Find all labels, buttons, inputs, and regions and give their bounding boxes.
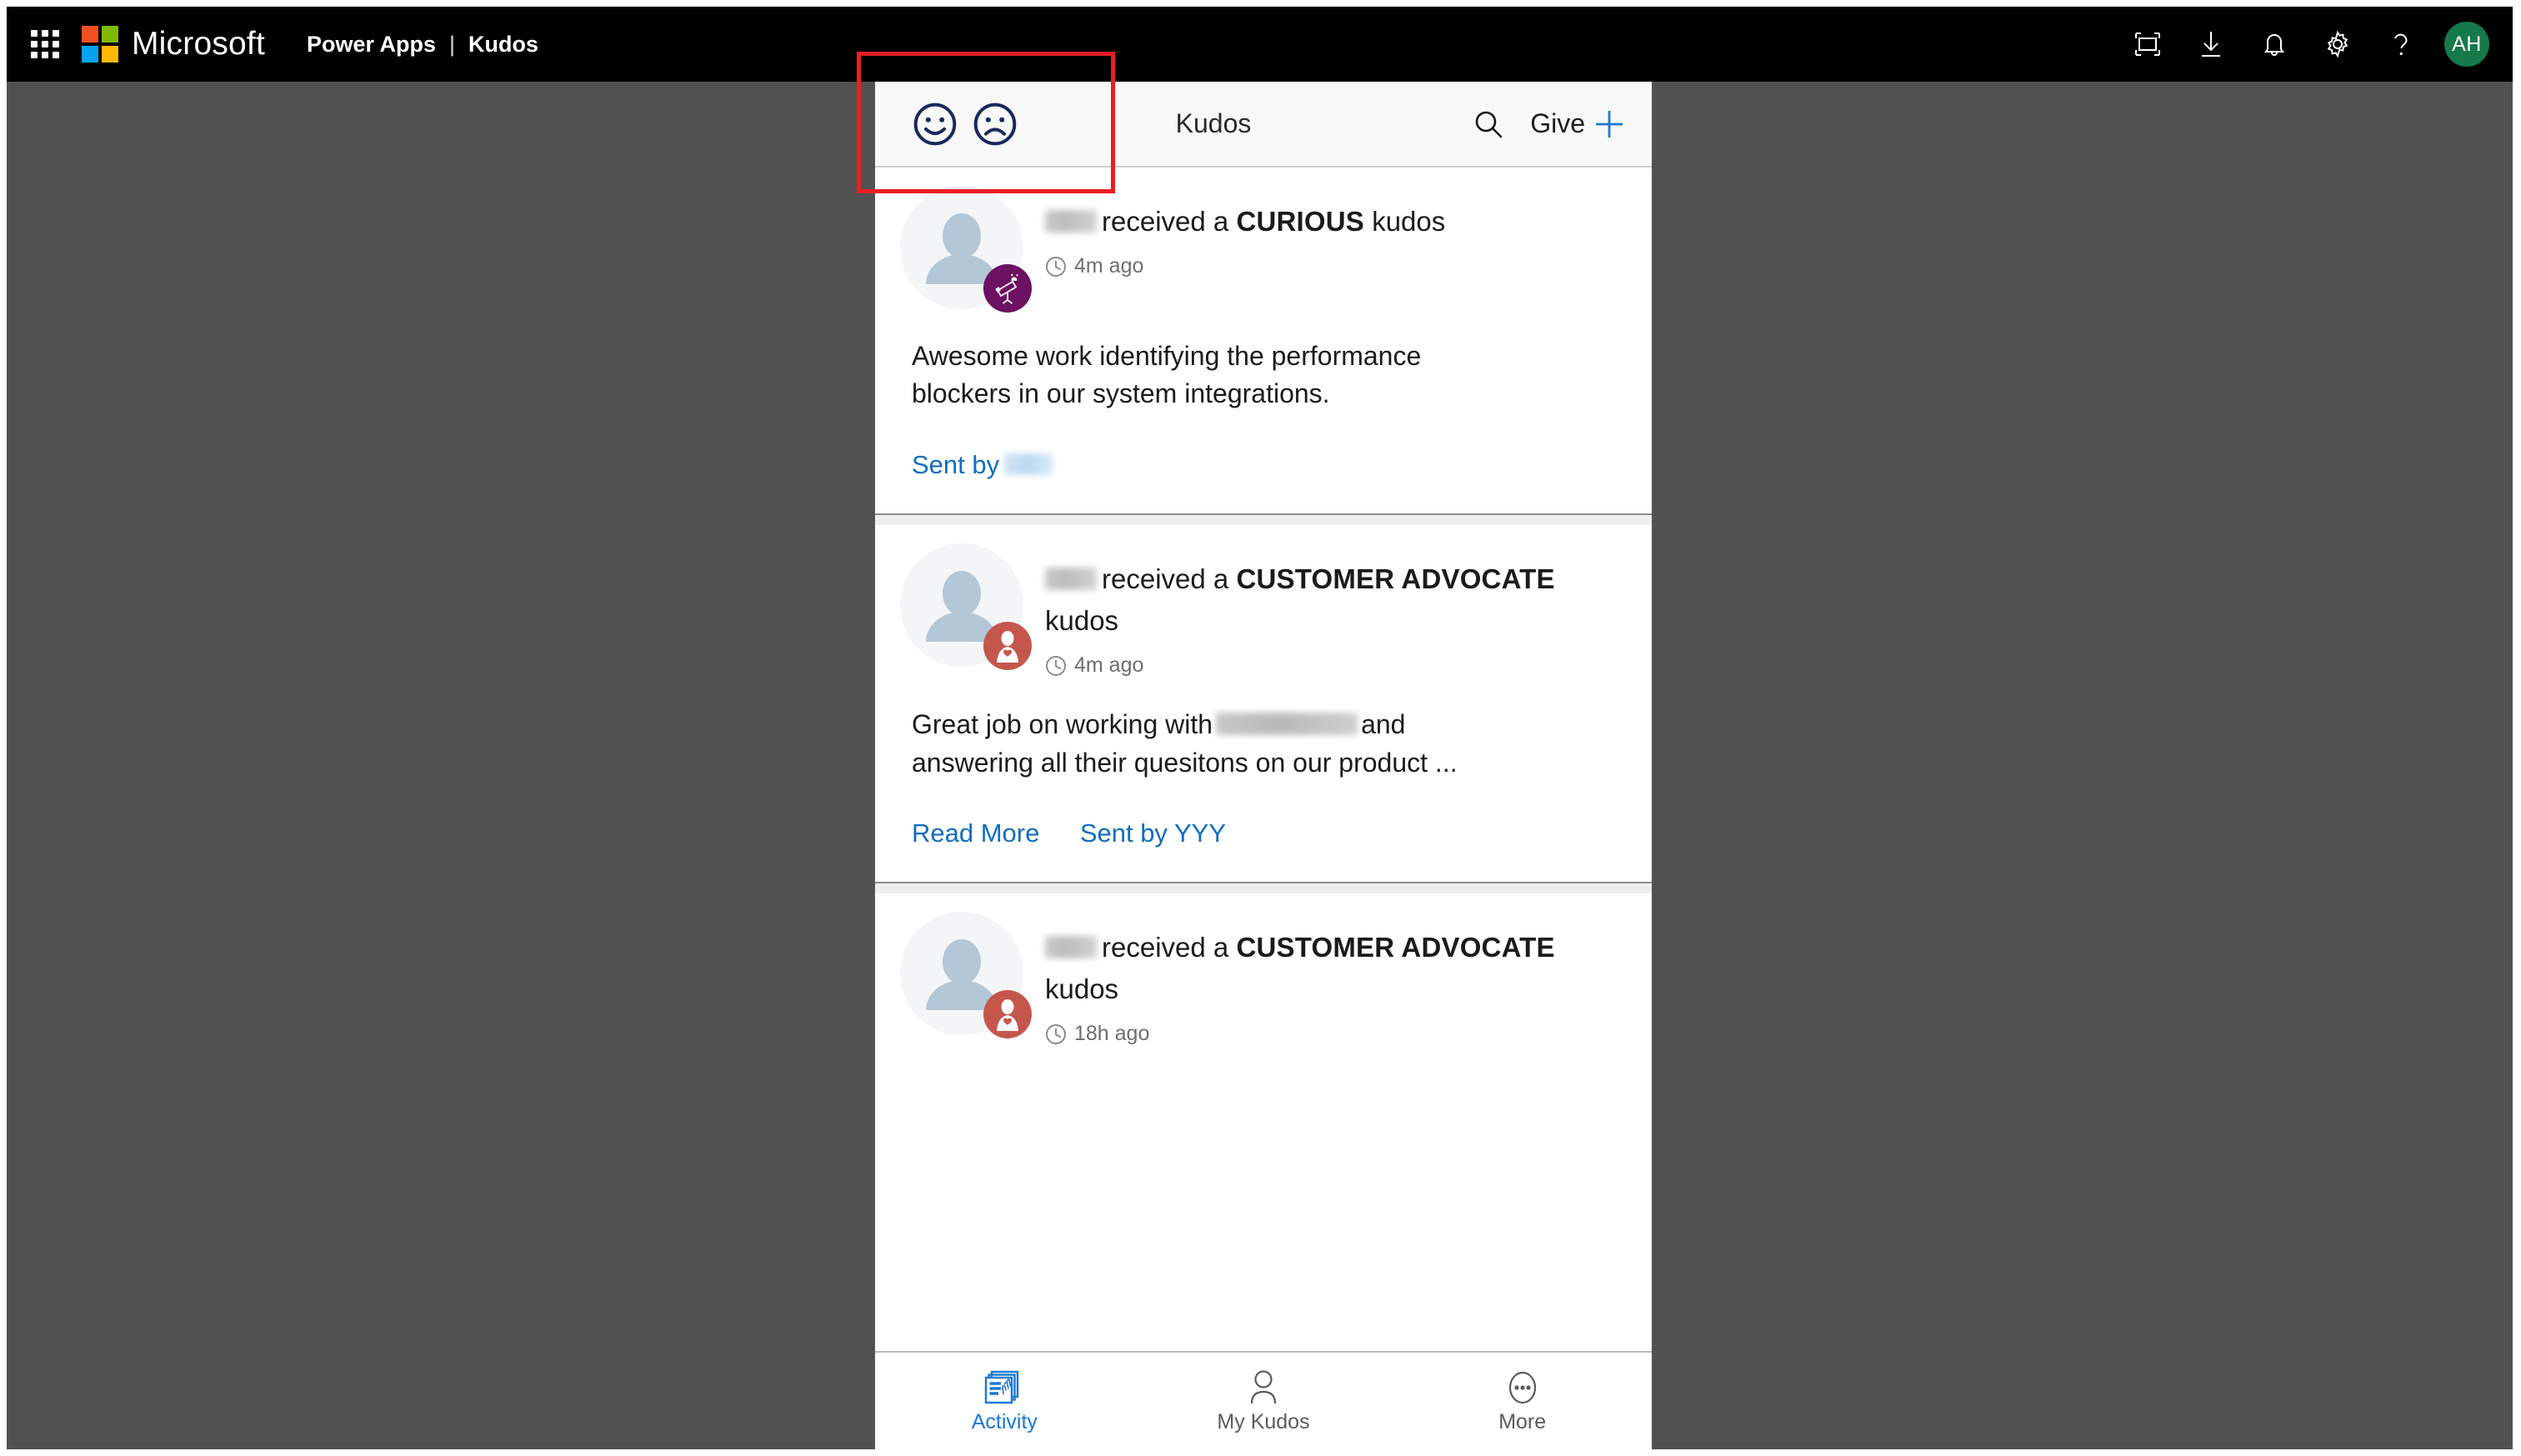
kudos-card-header: received a CURIOUS kudos 4m ago bbox=[875, 168, 1652, 313]
sent-by-label: Sent by bbox=[912, 449, 1000, 479]
clock-icon bbox=[1046, 1023, 1066, 1044]
avatar[interactable]: AH bbox=[2444, 22, 2489, 67]
kudos-card-header: received a CUSTOMER ADVOCATE kudos 4m ag… bbox=[875, 525, 1652, 678]
customer-advocate-icon bbox=[983, 621, 1032, 670]
bottom-navigation-bar: Activity My Kudos More bbox=[875, 1351, 1652, 1449]
kudos-timestamp-row: 4m ago bbox=[1045, 653, 1562, 678]
breadcrumb: Power Apps | Kudos bbox=[307, 32, 538, 58]
app-header: Kudos Give bbox=[875, 82, 1652, 168]
kudos-card[interactable]: received a CURIOUS kudos 4m ago Awesome … bbox=[875, 168, 1652, 513]
kudos-timestamp-row: 18h ago bbox=[1045, 1022, 1562, 1046]
nav-item-more[interactable]: More bbox=[1393, 1353, 1652, 1449]
plus-icon bbox=[1596, 110, 1623, 138]
kudos-card-title-block: received a CUSTOMER ADVOCATE kudos 4m ag… bbox=[1045, 543, 1562, 678]
received-prefix: received a bbox=[1102, 932, 1229, 963]
kudos-timestamp: 4m ago bbox=[1074, 653, 1144, 678]
sent-by-link[interactable]: Sent by bbox=[875, 450, 1053, 480]
kudos-card-title-block: received a CUSTOMER ADVOCATE kudos 18h a… bbox=[1045, 912, 1562, 1046]
sad-face-icon[interactable] bbox=[972, 101, 1018, 148]
kudos-type-label: CUSTOMER ADVOCATE bbox=[1236, 563, 1555, 594]
kudos-suffix: kudos bbox=[1372, 206, 1446, 237]
microsoft-logo-icon bbox=[82, 26, 118, 63]
kudos-suffix: kudos bbox=[1045, 973, 1119, 1005]
nav-item-more-label: More bbox=[1498, 1409, 1547, 1433]
sent-by-label: Sent by bbox=[1079, 818, 1168, 848]
kudos-timestamp-row: 4m ago bbox=[1045, 254, 1445, 278]
nav-item-my-kudos-label: My Kudos bbox=[1217, 1409, 1310, 1433]
kudos-card[interactable]: received a CUSTOMER ADVOCATE kudos 18h a… bbox=[875, 893, 1652, 1047]
card-divider bbox=[875, 513, 1652, 525]
nav-item-my-kudos[interactable]: My Kudos bbox=[1134, 1353, 1393, 1449]
breadcrumb-app-name[interactable]: Power Apps bbox=[307, 32, 436, 58]
kudos-recipient-line: received a CURIOUS kudos bbox=[1045, 201, 1445, 243]
breadcrumb-separator: | bbox=[449, 31, 456, 57]
microsoft-brand-label: Microsoft bbox=[132, 26, 265, 62]
received-prefix: received a bbox=[1102, 206, 1229, 237]
redacted-sender-name bbox=[1004, 453, 1053, 475]
kudos-timestamp: 18h ago bbox=[1074, 1022, 1150, 1046]
redacted-message-word bbox=[1216, 713, 1358, 736]
avatar bbox=[900, 186, 1032, 313]
nav-item-activity[interactable]: Activity bbox=[875, 1353, 1134, 1449]
kudos-recipient-line: received a CUSTOMER ADVOCATE kudos bbox=[1045, 927, 1562, 1010]
microsoft-suite-bar: Microsoft Power Apps | Kudos AH bbox=[7, 7, 2513, 82]
redacted-recipient-name bbox=[1045, 567, 1097, 590]
app-header-actions: Give bbox=[1472, 107, 1652, 142]
person-outline-icon bbox=[1250, 1369, 1277, 1403]
kudos-type-label: CURIOUS bbox=[1236, 206, 1365, 237]
download-icon[interactable] bbox=[2179, 13, 2243, 76]
give-button-label: Give bbox=[1530, 108, 1585, 138]
kudos-message: Great job on working with and answering a… bbox=[875, 678, 1542, 782]
nav-item-activity-label: Activity bbox=[971, 1409, 1038, 1433]
customer-advocate-icon bbox=[983, 990, 1032, 1039]
kudos-card-header: received a CUSTOMER ADVOCATE kudos 18h a… bbox=[875, 893, 1652, 1046]
fullscreen-icon[interactable] bbox=[2116, 13, 2179, 76]
sent-by-link[interactable]: Sent by YYY bbox=[1043, 818, 1226, 848]
breadcrumb-page-name: Kudos bbox=[468, 31, 539, 57]
avatar bbox=[900, 543, 1032, 670]
card-divider bbox=[875, 882, 1652, 894]
app-workspace-canvas: Kudos Give received a CURIOUS kudos 4m a… bbox=[7, 82, 2513, 1449]
clock-icon bbox=[1046, 655, 1066, 676]
avatar bbox=[900, 912, 1032, 1039]
sent-by-name: YYY bbox=[1174, 818, 1227, 848]
redacted-recipient-name bbox=[1045, 210, 1097, 233]
kudos-card-title-block: received a CURIOUS kudos 4m ago bbox=[1045, 186, 1445, 309]
bell-icon[interactable] bbox=[2243, 13, 2306, 76]
activity-feed-icon bbox=[985, 1370, 1019, 1403]
kudos-timestamp: 4m ago bbox=[1074, 254, 1144, 278]
redacted-recipient-name bbox=[1045, 936, 1097, 959]
received-prefix: received a bbox=[1102, 563, 1229, 594]
search-icon[interactable] bbox=[1472, 108, 1505, 141]
app-launcher-waffle-icon[interactable] bbox=[30, 29, 60, 59]
kudos-suffix: kudos bbox=[1045, 605, 1119, 637]
kudos-card[interactable]: received a CUSTOMER ADVOCATE kudos 4m ag… bbox=[875, 524, 1652, 883]
kudos-canvas-app: Kudos Give received a CURIOUS kudos 4m a… bbox=[875, 82, 1652, 1449]
mood-buttons-region bbox=[912, 101, 1018, 148]
gear-icon[interactable] bbox=[2306, 13, 2369, 76]
help-icon[interactable] bbox=[2369, 13, 2433, 76]
suite-bar-actions: AH bbox=[2116, 13, 2513, 76]
telescope-icon bbox=[983, 264, 1032, 313]
clock-icon bbox=[1046, 256, 1066, 277]
kudos-message-part1: Great job on working with bbox=[912, 709, 1213, 740]
screenshot-page: Microsoft Power Apps | Kudos AH Kudos Gi… bbox=[0, 0, 2521, 1456]
kudos-type-label: CUSTOMER ADVOCATE bbox=[1236, 932, 1555, 963]
kudos-recipient-line: received a CUSTOMER ADVOCATE kudos bbox=[1045, 558, 1562, 642]
happy-face-icon[interactable] bbox=[912, 101, 958, 148]
ellipsis-icon bbox=[1508, 1371, 1536, 1403]
kudos-feed[interactable]: received a CURIOUS kudos 4m ago Awesome … bbox=[875, 168, 1652, 1351]
kudos-message: Awesome work identifying the performance… bbox=[912, 341, 1422, 409]
read-more-link[interactable]: Read More bbox=[875, 818, 1039, 848]
give-button[interactable]: Give bbox=[1530, 107, 1627, 142]
